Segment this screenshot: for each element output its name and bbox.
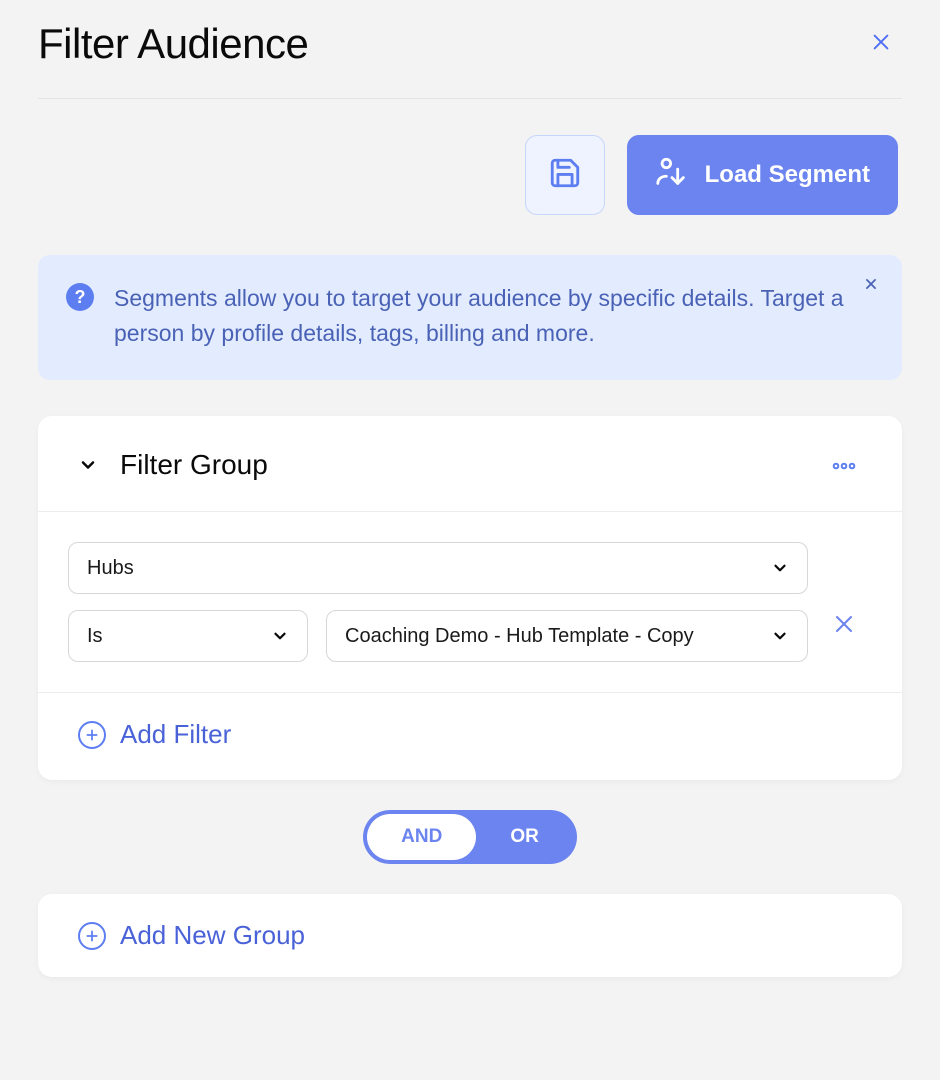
help-icon: ? (66, 283, 94, 311)
plus-circle-icon (78, 922, 106, 950)
logic-toggle[interactable]: AND OR (363, 810, 577, 864)
logic-toggle-and[interactable]: AND (367, 814, 476, 860)
dismiss-info-button[interactable] (864, 275, 878, 296)
filter-group-title: Filter Group (120, 449, 268, 481)
remove-filter-button[interactable] (826, 611, 862, 643)
close-modal-button[interactable] (860, 24, 902, 64)
collapse-icon[interactable] (78, 455, 98, 475)
filter-field-select[interactable]: Hubs (68, 542, 808, 594)
info-text: Segments allow you to target your audien… (114, 281, 852, 350)
add-group-label: Add New Group (120, 920, 305, 951)
chevron-down-icon (771, 627, 789, 645)
plus-circle-icon (78, 721, 106, 749)
page-title: Filter Audience (38, 20, 308, 68)
chevron-down-icon (771, 559, 789, 577)
filter-body: Hubs Is Coaching Demo - (38, 512, 902, 693)
save-icon (548, 156, 582, 195)
filter-operator-select[interactable]: Is (68, 610, 308, 662)
filter-operator-value: Is (87, 625, 103, 648)
logic-toggle-or[interactable]: OR (476, 814, 573, 860)
save-segment-button[interactable] (525, 135, 605, 215)
filter-group-header: Filter Group (38, 416, 902, 512)
action-bar: Load Segment (38, 135, 902, 215)
add-filter-button[interactable]: Add Filter (38, 693, 902, 780)
filter-field-value: Hubs (87, 557, 134, 580)
modal-header: Filter Audience (38, 20, 902, 99)
logic-toggle-row: AND OR (38, 810, 902, 864)
filter-value-text: Coaching Demo - Hub Template - Copy (345, 625, 694, 648)
load-segment-button[interactable]: Load Segment (627, 135, 898, 215)
add-group-button[interactable]: Add New Group (38, 894, 902, 977)
filter-value-select[interactable]: Coaching Demo - Hub Template - Copy (326, 610, 808, 662)
load-segment-label: Load Segment (705, 161, 870, 189)
info-banner: ? Segments allow you to target your audi… (38, 255, 902, 380)
chevron-down-icon (271, 627, 289, 645)
filter-group-card: Filter Group Hubs (38, 416, 902, 780)
filter-group-menu-button[interactable] (826, 448, 862, 481)
add-filter-label: Add Filter (120, 719, 231, 750)
load-segment-icon (655, 155, 689, 196)
